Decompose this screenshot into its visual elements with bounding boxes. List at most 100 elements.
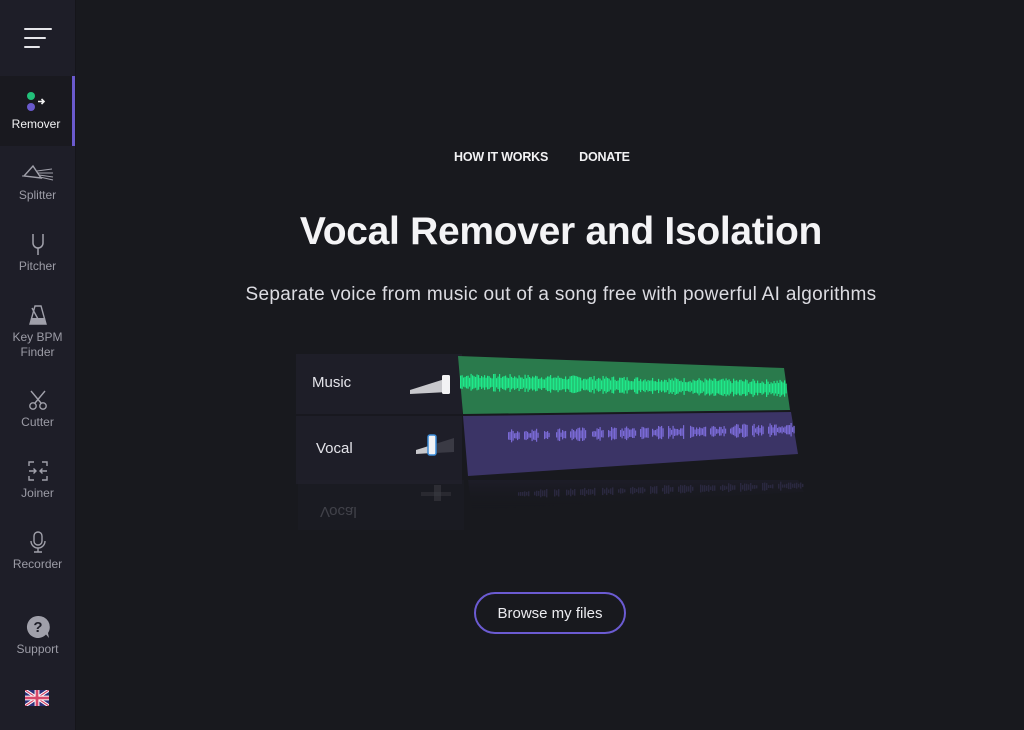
sidebar-item-support[interactable]: ? Support <box>0 601 75 671</box>
waveform-bar <box>562 378 564 390</box>
waveform-bar <box>599 378 601 392</box>
sidebar-item-remover[interactable]: Remover <box>0 76 75 146</box>
sidebar-item-splitter[interactable]: Splitter <box>0 147 75 217</box>
waveform-bar <box>748 484 750 490</box>
waveform-bar <box>677 428 679 436</box>
waveform-bar <box>675 428 677 436</box>
waveform-bar <box>527 431 529 440</box>
waveform-bar <box>755 428 757 433</box>
vocal-volume-slider[interactable] <box>414 432 458 458</box>
waveform-bar <box>593 430 595 438</box>
waveform-bar <box>668 485 670 494</box>
waveform-bar <box>578 377 580 392</box>
waveform-bar <box>584 378 586 391</box>
sidebar-item-label: Remover <box>11 117 61 131</box>
waveform-bar <box>682 485 684 493</box>
waveform-bar <box>496 378 498 388</box>
music-volume-slider[interactable] <box>408 372 456 396</box>
waveform-bar <box>475 376 477 388</box>
waveform-bar <box>592 489 594 494</box>
waveform-bar <box>713 426 715 437</box>
waveform-bar <box>764 482 766 491</box>
tuning-fork-icon <box>0 232 75 256</box>
sidebar-item-cutter[interactable]: Cutter <box>0 374 75 444</box>
waveform-bar <box>520 377 522 389</box>
waveform-bar <box>655 429 657 436</box>
waveform-bar <box>538 490 540 496</box>
sidebar-item-joiner[interactable]: Joiner <box>0 445 75 515</box>
waveform-bar <box>733 426 735 436</box>
waveform-bar <box>585 430 587 439</box>
waveform-bar <box>694 380 696 393</box>
uk-flag-icon[interactable] <box>24 688 50 708</box>
waveform-bar <box>705 426 707 437</box>
waveform-bar <box>482 377 484 388</box>
waveform-bar <box>481 375 483 389</box>
waveform-bar <box>756 426 758 434</box>
waveform-bar <box>623 430 625 437</box>
waveform-bar <box>609 430 611 437</box>
waveform-bar <box>712 485 714 492</box>
waveform-bar <box>784 484 786 488</box>
waveform-bar <box>560 432 562 437</box>
how-it-works-link[interactable]: HOW IT WORKS <box>454 150 548 164</box>
waveform-bar <box>611 427 613 441</box>
waveform-bar <box>545 377 547 390</box>
donate-link[interactable]: DONATE <box>579 150 630 164</box>
waveform-bar <box>734 425 736 437</box>
waveform-bar <box>668 378 670 394</box>
waveform-bar <box>638 380 640 391</box>
waveform-bar <box>719 426 721 436</box>
waveform-bar <box>469 377 471 387</box>
waveform-bar <box>595 431 597 437</box>
waveform-bar <box>749 381 751 394</box>
browse-files-button[interactable]: Browse my files <box>474 592 626 634</box>
waveform-bar <box>630 487 632 494</box>
waveform-bar <box>714 485 716 491</box>
waveform-bar <box>792 427 794 433</box>
sidebar-item-key-bpm-finder[interactable]: Key BPM Finder <box>0 289 75 367</box>
waveform-bar <box>522 491 524 496</box>
waveform-bar <box>780 427 782 433</box>
waveform-bar <box>582 427 584 442</box>
waveform-bar <box>621 428 623 439</box>
waveform-bar <box>652 377 654 394</box>
hamburger-menu-icon[interactable] <box>0 0 75 75</box>
waveform-bar <box>730 484 732 492</box>
waveform-bar <box>582 489 584 495</box>
waveform-bar <box>463 377 465 387</box>
waveform-bar <box>641 426 643 440</box>
waveform-bar <box>590 489 592 495</box>
waveform-bar <box>702 485 704 492</box>
waveform-bar <box>571 375 573 393</box>
waveform-bar <box>509 431 511 440</box>
waveform-bar <box>568 490 570 495</box>
waveform-bar <box>653 381 655 391</box>
waveform-bar <box>570 431 572 438</box>
waveform-bar <box>704 485 706 492</box>
waveform-bar <box>572 375 574 394</box>
waveform-bar <box>769 384 771 393</box>
waveform-bar <box>576 429 578 440</box>
sidebar-item-pitcher[interactable]: Pitcher <box>0 218 75 288</box>
waveform-bar <box>518 375 520 392</box>
waveform-bar <box>772 383 774 394</box>
waveform-bar <box>542 379 544 389</box>
waveform-bar <box>558 489 560 497</box>
waveform-bar <box>493 374 495 392</box>
waveform-bar <box>647 380 649 392</box>
waveform-bar <box>678 486 680 492</box>
waveform-bar <box>682 382 684 391</box>
waveform-bar <box>725 428 727 434</box>
waveform-bar <box>662 381 664 391</box>
waveform-bar <box>542 490 544 497</box>
waveform-bar <box>580 430 582 439</box>
waveform-bar <box>736 424 738 438</box>
waveform-bar <box>473 376 475 389</box>
remover-icon <box>0 90 72 114</box>
sidebar-item-recorder[interactable]: Recorder <box>0 516 75 586</box>
waveform-bar <box>658 378 660 394</box>
waveform-bar <box>511 376 513 390</box>
waveform-bar <box>521 377 523 390</box>
waveform-bar <box>536 376 538 391</box>
